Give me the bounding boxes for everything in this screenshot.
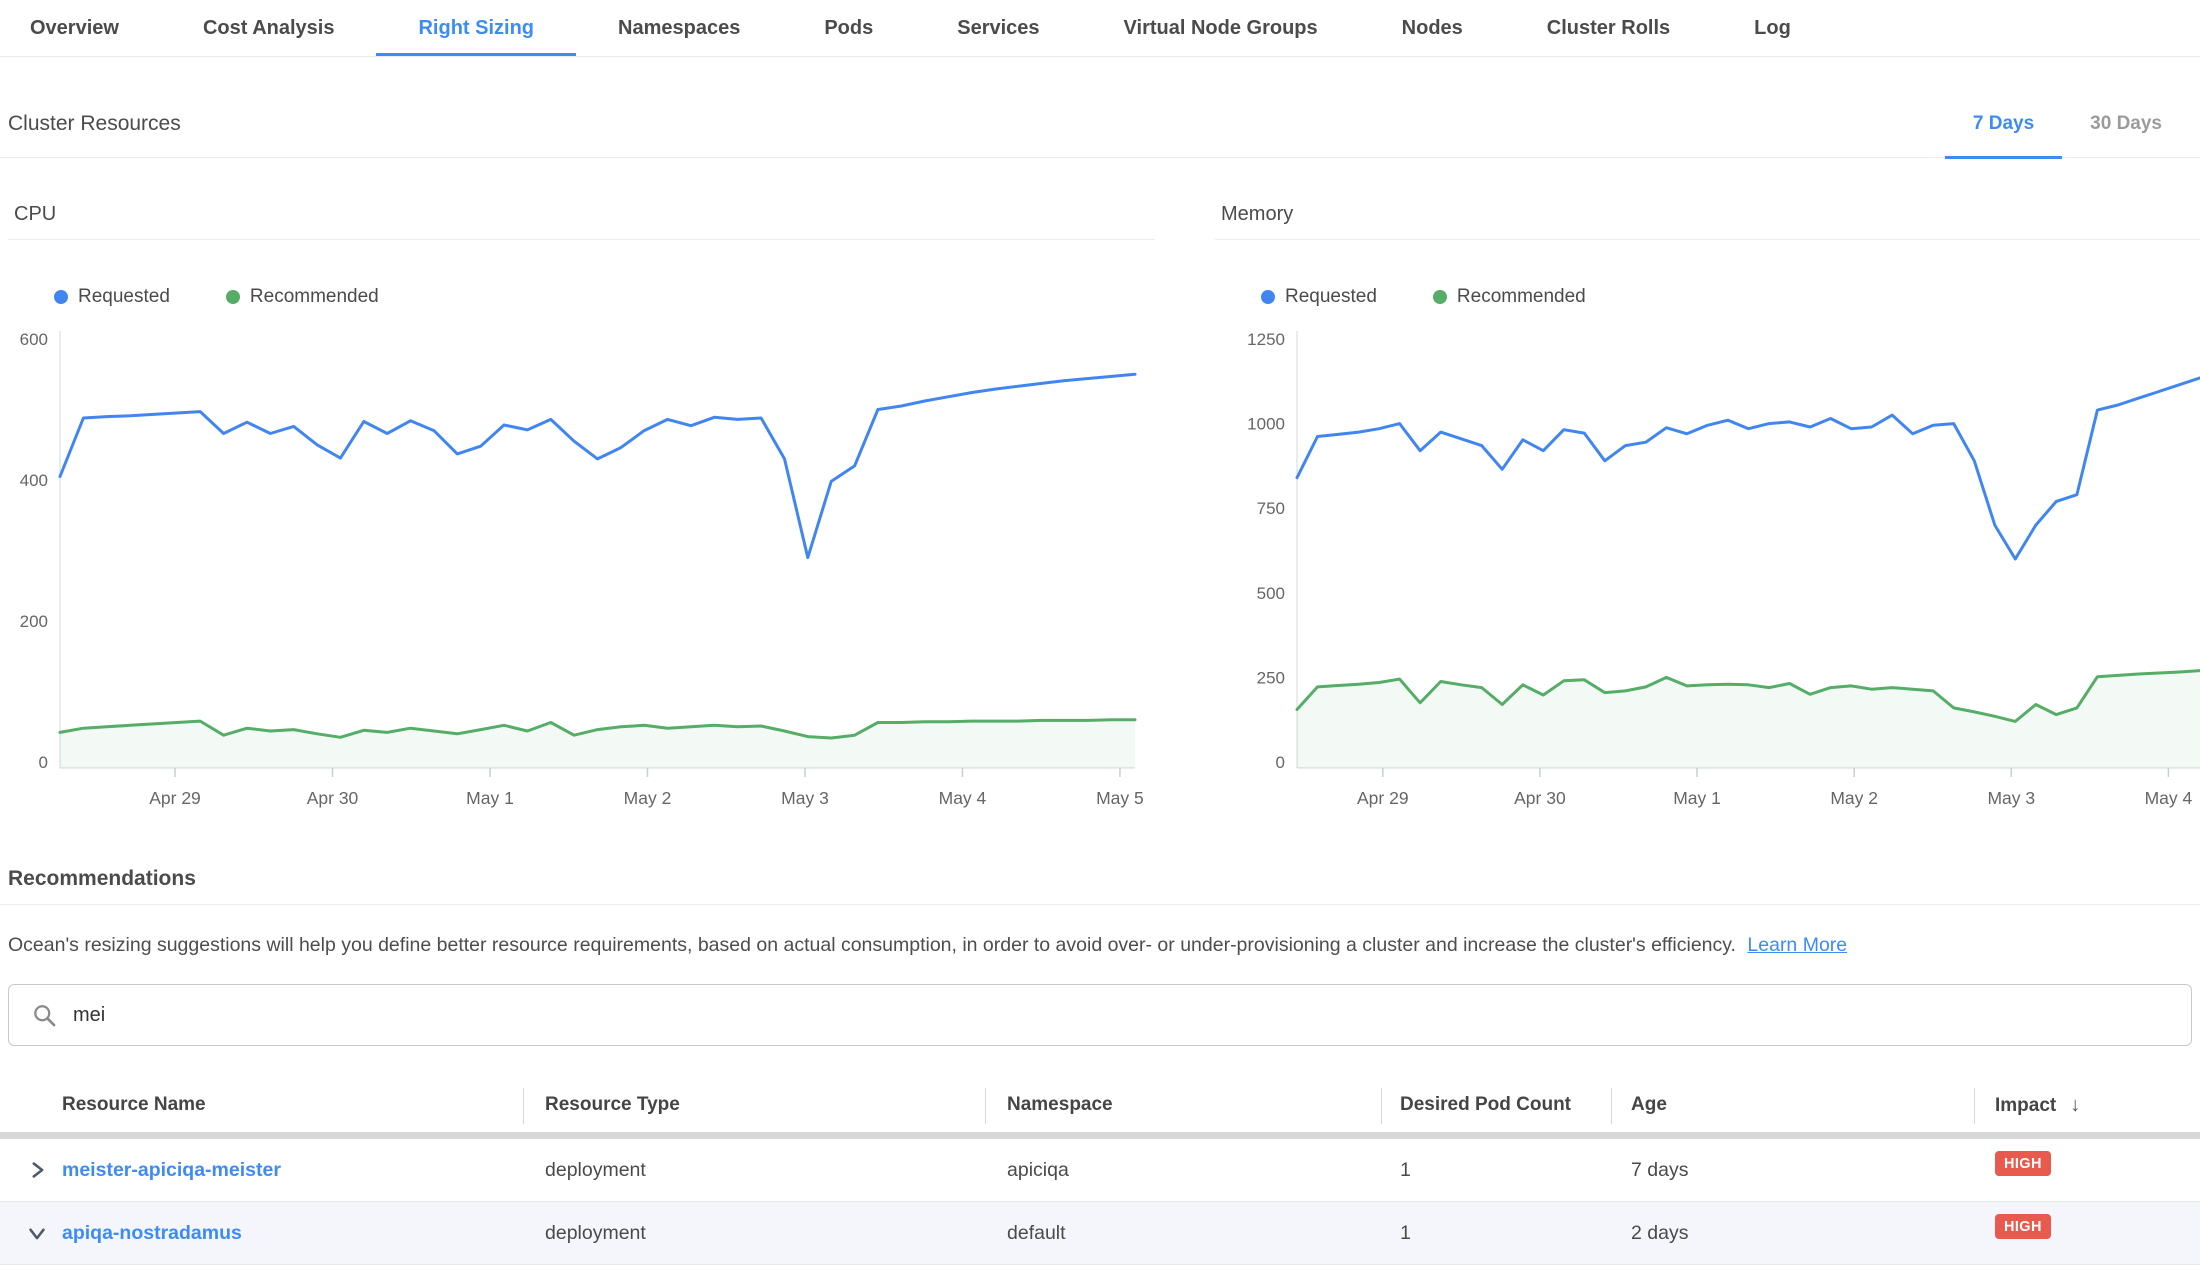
memory-chart-legend: Requested Recommended: [1261, 286, 2200, 308]
legend-item-requested: Requested: [54, 286, 170, 308]
legend-item-requested: Requested: [1261, 286, 1377, 308]
table-row[interactable]: apiqa-nostradamus deployment default 1 2…: [0, 1202, 2200, 1265]
resource-search-box[interactable]: [8, 984, 2192, 1046]
svg-text:1000: 1000: [1247, 415, 1285, 434]
svg-text:600: 600: [20, 330, 48, 349]
range-tab-7-days[interactable]: 7 Days: [1945, 90, 2062, 158]
recommended-dot-icon: [226, 290, 240, 304]
tab-cost-analysis[interactable]: Cost Analysis: [161, 0, 377, 56]
column-divider: [523, 1088, 524, 1124]
range-tab-30-days[interactable]: 30 Days: [2062, 90, 2190, 158]
tab-pods[interactable]: Pods: [782, 0, 915, 56]
tab-nodes[interactable]: Nodes: [1360, 0, 1505, 56]
resource-type-cell: deployment: [545, 1159, 646, 1182]
svg-text:200: 200: [20, 612, 48, 631]
tab-namespaces[interactable]: Namespaces: [576, 0, 782, 56]
desired-pod-count-cell: 1: [1400, 1159, 1411, 1182]
namespace-cell: default: [1007, 1222, 1066, 1245]
recommendations-title: Recommendations: [8, 867, 196, 891]
memory-chart-panel: Memory Requested Recommended 0 250 500 750 1…: [1215, 195, 2200, 813]
col-header-resource-type[interactable]: Resource Type: [545, 1094, 680, 1116]
age-cell: 2 days: [1631, 1222, 1688, 1245]
desired-pod-count-cell: 1: [1400, 1222, 1411, 1245]
svg-text:May 3: May 3: [781, 788, 829, 808]
impact-badge-high: HIGH: [1995, 1151, 2051, 1176]
svg-text:0: 0: [39, 753, 48, 772]
cpu-chart-title: CPU: [8, 195, 1155, 240]
col-header-namespace[interactable]: Namespace: [1007, 1094, 1113, 1116]
cpu-chart-panel: CPU Requested Recommended 0 200 400 600 Apr …: [8, 195, 1155, 813]
chevron-right-icon[interactable]: [28, 1161, 46, 1179]
svg-text:Apr 30: Apr 30: [1514, 788, 1566, 808]
tab-services[interactable]: Services: [915, 0, 1081, 56]
cpu-chart-legend: Requested Recommended: [54, 286, 1155, 308]
cpu-line-chart: 0 200 400 600 Apr 29 Apr 30 May 1 May 2 May 3 May…: [8, 322, 1155, 813]
svg-text:750: 750: [1257, 499, 1285, 518]
svg-text:May 3: May 3: [1987, 788, 2035, 808]
svg-text:May 2: May 2: [624, 788, 672, 808]
search-icon: [31, 1002, 58, 1029]
svg-text:1250: 1250: [1247, 330, 1285, 349]
namespace-cell: apiciqa: [1007, 1159, 1069, 1182]
recommendations-header: Recommendations: [0, 853, 2200, 905]
col-header-impact[interactable]: Impact ↓: [1995, 1094, 2080, 1117]
svg-text:Apr 29: Apr 29: [1357, 788, 1409, 808]
svg-text:500: 500: [1257, 584, 1285, 603]
column-divider: [985, 1088, 986, 1124]
col-header-desired-pod-count[interactable]: Desired Pod Count: [1400, 1094, 1571, 1116]
tab-cluster-rolls[interactable]: Cluster Rolls: [1505, 0, 1712, 56]
cluster-resources-title: Cluster Resources: [8, 112, 181, 136]
main-tab-bar: Overview Cost Analysis Right Sizing Name…: [0, 0, 2200, 57]
legend-label: Requested: [78, 286, 170, 308]
tab-overview[interactable]: Overview: [30, 0, 161, 56]
table-row[interactable]: meister-apiciqa-meister deployment apici…: [0, 1139, 2200, 1202]
col-header-age[interactable]: Age: [1631, 1094, 1667, 1116]
svg-text:May 4: May 4: [939, 788, 987, 808]
table-header-row: Resource Name Resource Type Namespace De…: [0, 1078, 2200, 1132]
memory-chart-title: Memory: [1215, 195, 2200, 240]
resource-name-link[interactable]: meister-apiciqa-meister: [62, 1159, 281, 1182]
svg-text:May 5: May 5: [1096, 788, 1144, 808]
svg-text:May 1: May 1: [1673, 788, 1721, 808]
column-divider: [1974, 1088, 1975, 1124]
legend-label: Requested: [1285, 286, 1377, 308]
svg-text:May 2: May 2: [1830, 788, 1878, 808]
memory-line-chart: 0 250 500 750 1000 1250 Apr 29 Apr 30 May 1 May 2…: [1215, 322, 2200, 813]
legend-label: Recommended: [1457, 286, 1586, 308]
tab-virtual-node-groups[interactable]: Virtual Node Groups: [1082, 0, 1360, 56]
svg-text:May 4: May 4: [2145, 788, 2193, 808]
svg-text:Apr 30: Apr 30: [307, 788, 359, 808]
search-input[interactable]: [73, 1004, 2191, 1027]
resource-type-cell: deployment: [545, 1222, 646, 1245]
requested-dot-icon: [54, 290, 68, 304]
tab-log[interactable]: Log: [1712, 0, 1833, 56]
impact-badge-high: HIGH: [1995, 1214, 2051, 1239]
svg-text:May 1: May 1: [466, 788, 514, 808]
recommendations-text: Ocean's resizing suggestions will help y…: [8, 934, 1736, 956]
legend-label: Recommended: [250, 286, 379, 308]
recommendations-table: Resource Name Resource Type Namespace De…: [0, 1078, 2200, 1265]
cluster-resources-header: Cluster Resources 7 Days 30 Days: [0, 90, 2200, 158]
impact-header-label: Impact: [1995, 1095, 2056, 1116]
tab-right-sizing[interactable]: Right Sizing: [376, 0, 576, 56]
column-divider: [1611, 1088, 1612, 1124]
svg-text:0: 0: [1276, 753, 1285, 772]
col-header-resource-name[interactable]: Resource Name: [62, 1094, 206, 1116]
recommended-dot-icon: [1433, 290, 1447, 304]
legend-item-recommended: Recommended: [1433, 286, 1586, 308]
column-divider: [1381, 1088, 1382, 1124]
time-range-toggle: 7 Days 30 Days: [1945, 90, 2190, 158]
svg-text:250: 250: [1257, 668, 1285, 687]
svg-text:Apr 29: Apr 29: [149, 788, 201, 808]
learn-more-link[interactable]: Learn More: [1747, 934, 1847, 956]
resource-name-link[interactable]: apiqa-nostradamus: [62, 1222, 242, 1245]
table-scrollbar[interactable]: [0, 1132, 2200, 1139]
age-cell: 7 days: [1631, 1159, 1688, 1182]
sort-descending-icon[interactable]: ↓: [2070, 1094, 2080, 1116]
legend-item-recommended: Recommended: [226, 286, 379, 308]
recommendations-description: Ocean's resizing suggestions will help y…: [8, 934, 2180, 957]
chevron-down-icon[interactable]: [28, 1224, 46, 1242]
svg-text:400: 400: [20, 471, 48, 490]
requested-dot-icon: [1261, 290, 1275, 304]
